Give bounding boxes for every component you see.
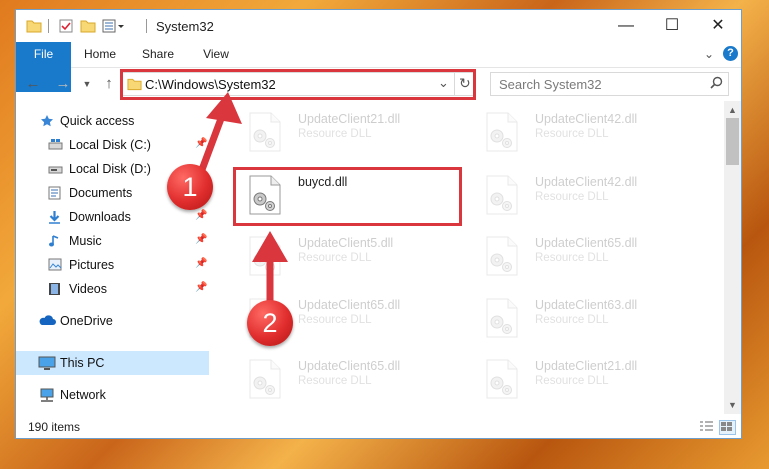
callout-step-2: 2 bbox=[247, 300, 293, 346]
arrow-2-head bbox=[252, 231, 288, 262]
arrow-1-head bbox=[206, 92, 242, 124]
annotation-arrows bbox=[196, 92, 288, 309]
callout-step-1: 1 bbox=[167, 164, 213, 210]
arrow-1 bbox=[196, 112, 226, 179]
